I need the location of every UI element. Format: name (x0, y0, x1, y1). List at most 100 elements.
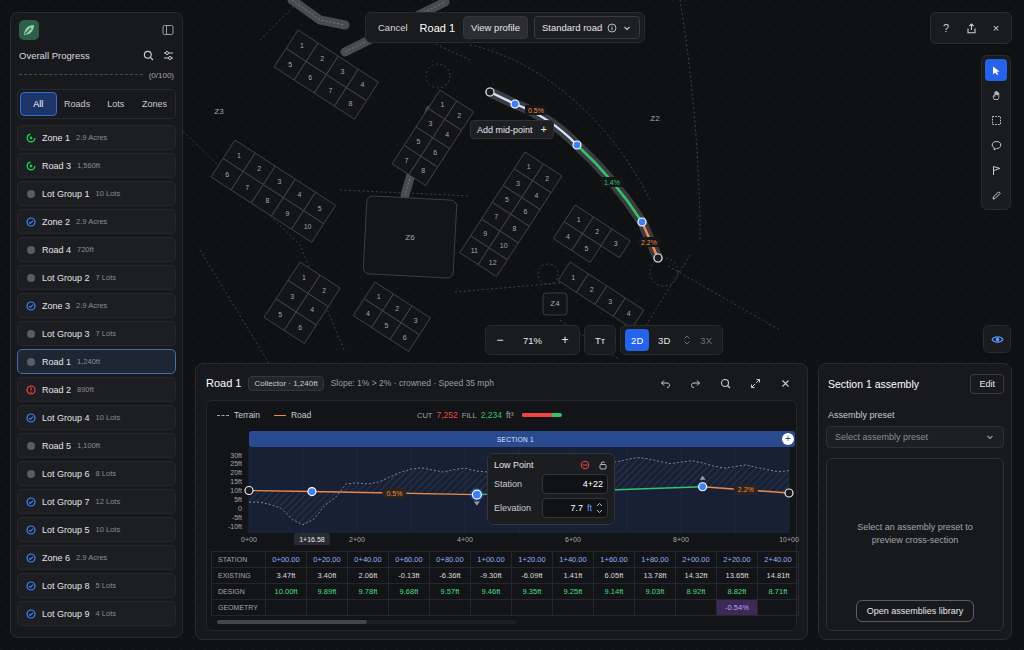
sidebar-item[interactable]: Lot Group 27 Lots (17, 265, 176, 290)
find-icon[interactable] (720, 378, 731, 389)
sidebar-item[interactable]: Lot Group 37 Lots (17, 321, 176, 346)
section-bar[interactable]: SECTION 1+ (249, 431, 795, 447)
horizontal-scrollbar[interactable] (217, 620, 517, 624)
table-cell[interactable]: 9.35ft (512, 584, 553, 600)
table-cell[interactable] (512, 600, 553, 616)
view-mode-button[interactable]: 2D (625, 329, 649, 351)
info-icon[interactable] (607, 23, 617, 33)
table-cell[interactable] (471, 600, 512, 616)
table-cell[interactable]: -9.30ft (471, 568, 512, 584)
view-mode-button[interactable]: 3D (652, 329, 676, 351)
table-cell[interactable]: 1.41ft (553, 568, 594, 584)
road-vertex[interactable] (654, 254, 662, 262)
updown-chevron-icon[interactable] (683, 334, 691, 346)
road-segment[interactable] (642, 222, 658, 258)
sidebar-item[interactable]: Lot Group 85 Lots (17, 573, 176, 598)
lot-block[interactable]: 123456 (264, 262, 340, 343)
field-input[interactable]: 4+22 (542, 474, 608, 494)
tool-button[interactable] (985, 109, 1007, 131)
lot-block[interactable]: 12345678910 (211, 140, 336, 242)
collapse-sidebar-icon[interactable] (162, 24, 174, 36)
table-cell[interactable]: -6.09ft (512, 568, 553, 584)
lot[interactable] (409, 156, 438, 185)
sidebar-item[interactable]: Lot Group 410 Lots (17, 405, 176, 430)
road-vertex[interactable] (511, 100, 519, 108)
tool-button[interactable] (985, 159, 1007, 181)
filter-icon[interactable] (163, 50, 174, 61)
search-icon[interactable] (143, 50, 154, 61)
table-cell[interactable]: -0.54% (717, 600, 758, 616)
help-button[interactable]: ? (935, 17, 957, 39)
zone-block[interactable] (363, 196, 457, 279)
table-cell[interactable]: 9.78ft (348, 584, 389, 600)
table-cell[interactable]: 0+00.00 (266, 552, 307, 568)
road-grade-segment[interactable] (249, 491, 312, 492)
preset-select[interactable]: Select assembly preset (826, 426, 1004, 448)
road-segment[interactable] (577, 145, 642, 222)
lot[interactable] (613, 298, 643, 328)
redo-icon[interactable] (690, 378, 701, 389)
table-cell[interactable]: 9.25ft (553, 584, 594, 600)
table-cell[interactable] (635, 600, 676, 616)
sidebar-item[interactable]: Lot Group 110 Lots (17, 181, 176, 206)
table-cell[interactable]: 14.32ft (676, 568, 717, 584)
table-cell[interactable]: 8.71ft (758, 584, 799, 600)
field-input[interactable]: 7.7ft (542, 498, 608, 518)
undo-icon[interactable] (660, 378, 671, 389)
table-cell[interactable] (758, 600, 799, 616)
road-type-dropdown[interactable]: Standard road (534, 16, 640, 39)
table-cell[interactable] (676, 600, 717, 616)
table-cell[interactable]: 0+40.00 (348, 552, 389, 568)
table-cell[interactable]: 1+00.00 (471, 552, 512, 568)
table-cell[interactable]: 3.40ft (307, 568, 348, 584)
tool-button[interactable] (985, 84, 1007, 106)
zoom-out-button[interactable]: − (490, 333, 510, 347)
cancel-button[interactable]: Cancel (374, 18, 412, 37)
table-cell[interactable]: 0+20.00 (307, 552, 348, 568)
table-cell[interactable]: 2+40.00 (758, 552, 799, 568)
lock-icon[interactable] (598, 460, 608, 470)
sidebar-item[interactable]: Road 4720ft (17, 237, 176, 262)
filter-tab[interactable]: Zones (136, 92, 173, 116)
lot[interactable] (478, 248, 507, 277)
table-cell[interactable]: 1+20.00 (512, 552, 553, 568)
lot-block[interactable]: 1234 (558, 262, 644, 328)
table-cell[interactable]: 13.65ft (717, 568, 758, 584)
zoom-in-button[interactable]: + (555, 333, 575, 347)
hint-plus[interactable]: + (541, 124, 547, 135)
grade-point[interactable] (785, 489, 793, 497)
road-grade-segment[interactable] (703, 487, 789, 493)
scroll-thumb[interactable] (217, 620, 367, 624)
sidebar-item[interactable]: Zone 22.9 Acres (17, 209, 176, 234)
delete-point-icon[interactable] (580, 460, 590, 470)
table-cell[interactable]: 0+60.00 (389, 552, 430, 568)
table-cell[interactable]: 9.03ft (635, 584, 676, 600)
sidebar-item[interactable]: Zone 62.9 Acres (17, 545, 176, 570)
grade-point[interactable] (699, 476, 707, 491)
sidebar-item[interactable]: Lot Group 94 Lots (17, 601, 176, 626)
table-cell[interactable] (430, 600, 471, 616)
sidebar-item[interactable]: Lot Group 712 Lots (17, 489, 176, 514)
table-cell[interactable]: 1+60.00 (594, 552, 635, 568)
road-vertex[interactable] (486, 88, 494, 96)
grade-point[interactable] (470, 488, 484, 506)
zone-block[interactable] (543, 293, 567, 315)
visibility-toggle[interactable] (983, 325, 1011, 353)
table-cell[interactable]: 9.46ft (471, 584, 512, 600)
edit-button[interactable]: Edit (970, 374, 1004, 394)
table-cell[interactable]: 1+40.00 (553, 552, 594, 568)
table-cell[interactable]: 9.14ft (594, 584, 635, 600)
grade-point[interactable] (245, 487, 253, 495)
table-cell[interactable]: 1+80.00 (635, 552, 676, 568)
table-cell[interactable]: 8.92ft (676, 584, 717, 600)
tool-button[interactable] (985, 134, 1007, 156)
selected-road[interactable]: 0.5%1.4%2.2% (486, 88, 662, 262)
table-cell[interactable]: 2+00.00 (676, 552, 717, 568)
close-panel-icon[interactable] (780, 378, 791, 389)
table-cell[interactable] (348, 600, 389, 616)
tool-button[interactable] (985, 184, 1007, 206)
table-cell[interactable] (307, 600, 348, 616)
sidebar-item[interactable]: Lot Group 510 Lots (17, 517, 176, 542)
table-cell[interactable]: -6.36ft (430, 568, 471, 584)
sidebar-item[interactable]: Zone 12.9 Acres (17, 125, 176, 150)
